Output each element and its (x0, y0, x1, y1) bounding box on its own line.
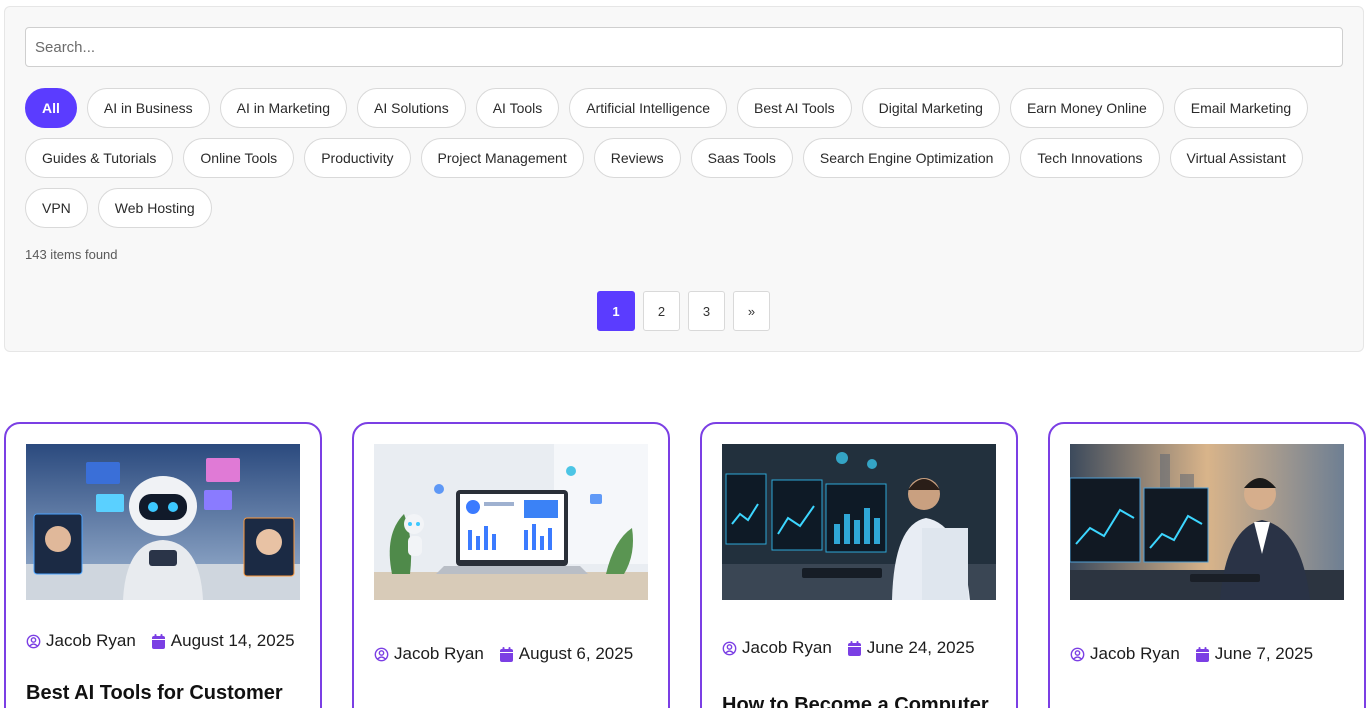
post-author[interactable]: Jacob Ryan (742, 638, 832, 658)
post-date: June 7, 2025 (1214, 644, 1314, 663)
category-chip-ai-in-marketing[interactable]: AI in Marketing (219, 88, 347, 128)
category-chip-project-management[interactable]: Project Management (420, 138, 584, 178)
post-card[interactable]: Jacob Ryan August 14, 2025 Best AI Tools… (4, 422, 322, 708)
category-chip-guides-tutorials[interactable]: Guides & Tutorials (25, 138, 174, 178)
laptop-dashboard-image[interactable] (374, 444, 648, 600)
category-chip-ai-in-business[interactable]: AI in Business (86, 88, 210, 128)
category-chip-earn-money-online[interactable]: Earn Money Online (1009, 88, 1164, 128)
category-chip-vpn[interactable]: VPN (25, 188, 88, 228)
category-chip-artificial-intelligence[interactable]: Artificial Intelligence (569, 88, 727, 128)
post-card-grid: Jacob Ryan August 14, 2025 Best AI Tools… (4, 422, 1366, 708)
page-button-1[interactable]: 1 (597, 291, 635, 331)
results-count: 143 items found (25, 247, 118, 262)
category-chip-productivity[interactable]: Productivity (304, 138, 411, 178)
user-icon (374, 647, 389, 661)
calendar-icon (499, 646, 513, 662)
next-page-button[interactable]: » (733, 291, 770, 331)
post-card[interactable]: Jacob Ryan August 6, 2025 (352, 422, 670, 708)
post-author[interactable]: Jacob Ryan (46, 631, 136, 651)
post-author[interactable]: Jacob Ryan (394, 644, 484, 664)
category-chip-virtual-assistant[interactable]: Virtual Assistant (1169, 138, 1303, 178)
computer-operator-image[interactable] (722, 444, 996, 600)
search-input[interactable] (25, 27, 1343, 67)
category-chip-tech-innovations[interactable]: Tech Innovations (1020, 138, 1160, 178)
post-title[interactable]: Best AI Tools for Customer (26, 682, 283, 705)
category-chip-saas-tools[interactable]: Saas Tools (690, 138, 793, 178)
post-author[interactable]: Jacob Ryan (1090, 644, 1180, 664)
post-date: August 14, 2025 (170, 631, 295, 650)
calendar-icon (151, 633, 165, 649)
category-chip-digital-marketing[interactable]: Digital Marketing (861, 88, 1000, 128)
page-button-2[interactable]: 2 (643, 291, 680, 331)
user-icon (26, 634, 41, 648)
calendar-icon (1195, 646, 1209, 662)
calendar-icon (847, 640, 861, 656)
post-card[interactable]: Jacob Ryan June 24, 2025 How to Become a… (700, 422, 1018, 708)
pagination: 1 2 3 » (597, 291, 770, 331)
category-chip-reviews[interactable]: Reviews (593, 138, 681, 178)
post-date: June 24, 2025 (866, 638, 975, 657)
post-meta: Jacob Ryan June 24, 2025 (722, 638, 975, 658)
businessman-computer-image[interactable] (1070, 444, 1344, 600)
category-chip-ai-tools[interactable]: AI Tools (475, 88, 560, 128)
post-meta: Jacob Ryan June 7, 2025 (1070, 644, 1313, 664)
post-meta: Jacob Ryan August 14, 2025 (26, 631, 295, 651)
category-chip-email-marketing[interactable]: Email Marketing (1173, 88, 1309, 128)
ai-robot-image[interactable] (26, 444, 300, 600)
category-chip-online-tools[interactable]: Online Tools (183, 138, 295, 178)
category-chip-best-ai-tools[interactable]: Best AI Tools (736, 88, 852, 128)
page-button-3[interactable]: 3 (688, 291, 725, 331)
post-meta: Jacob Ryan August 6, 2025 (374, 644, 633, 664)
category-chip-ai-solutions[interactable]: AI Solutions (356, 88, 466, 128)
user-icon (722, 641, 737, 655)
post-date: August 6, 2025 (518, 644, 634, 663)
user-icon (1070, 647, 1085, 661)
post-title[interactable]: How to Become a Computer (722, 694, 989, 708)
category-chip-web-hosting[interactable]: Web Hosting (97, 188, 212, 228)
post-card[interactable]: Jacob Ryan June 7, 2025 (1048, 422, 1366, 708)
category-chip-seo[interactable]: Search Engine Optimization (802, 138, 1011, 178)
category-chip-all[interactable]: All (25, 88, 77, 128)
category-filter-list: All AI in Business AI in Marketing AI So… (25, 88, 1355, 228)
filter-panel: All AI in Business AI in Marketing AI So… (4, 6, 1364, 352)
